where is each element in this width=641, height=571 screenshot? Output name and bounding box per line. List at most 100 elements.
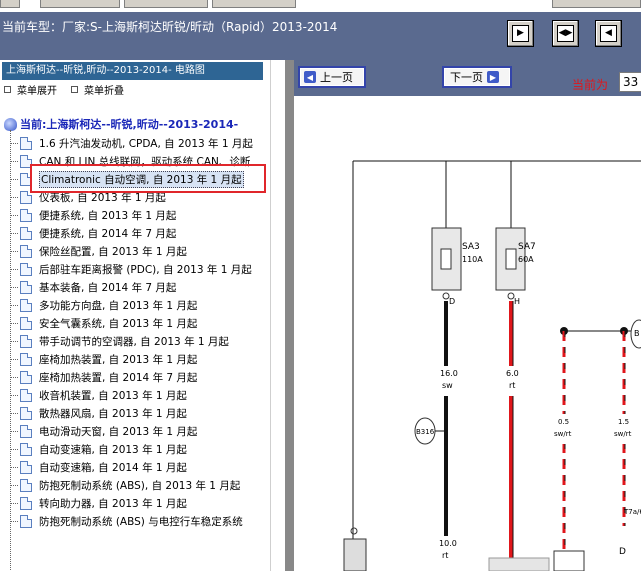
document-icon (20, 316, 32, 330)
fuse-sa3-name: SA3 (462, 242, 480, 252)
expand-menu-button[interactable]: 菜单展开 (4, 82, 57, 97)
document-icon (20, 208, 32, 222)
arrow-right-icon: ▶ (512, 25, 529, 42)
document-icon (20, 514, 32, 528)
document-icon (20, 478, 32, 492)
menu-actions: 菜单展开 菜单折叠 (4, 82, 124, 97)
prev-page-button[interactable]: ◀ 上一页 (298, 66, 366, 88)
panel-splitter[interactable] (285, 60, 294, 571)
top-tab[interactable] (0, 0, 20, 8)
double-arrow-icon: ◀▶ (557, 25, 574, 42)
tree-item[interactable]: 便捷系统, 自 2013 年 1 月起 (8, 206, 270, 224)
current-page-label: 当前为 (572, 78, 609, 92)
connector-b316-label: B316 (416, 428, 435, 436)
current-model-title: 当前车型：厂家:S-上海斯柯达昕锐/昕动（Rapid）2013-2014 (2, 20, 338, 34)
expand-icon (4, 86, 11, 93)
tree-item[interactable]: 保险丝配置, 自 2013 年 1 月起 (8, 242, 270, 260)
tree-root-label: 当前:上海斯柯达--昕锐,昕动--2013-2014- (20, 118, 239, 131)
document-icon (20, 226, 32, 240)
header-bar: 当前车型：厂家:S-上海斯柯达昕锐/昕动（Rapid）2013-2014 ▶ ◀… (0, 12, 641, 60)
first-page-button[interactable]: ▶ (507, 20, 534, 47)
double-page-button[interactable]: ◀▶ (552, 20, 579, 47)
tree-item[interactable]: 转向助力器, 自 2013 年 1 月起 (8, 494, 270, 512)
tree-item[interactable]: 座椅加热装置, 自 2013 年 1 月起 (8, 350, 270, 368)
last-page-button[interactable]: ◀ (595, 20, 622, 47)
tree-item[interactable]: 多功能方向盘, 自 2013 年 1 月起 (8, 296, 270, 314)
wire2-size: 6.0 (506, 369, 519, 378)
tree-item[interactable]: 自动变速箱, 自 2014 年 1 月起 (8, 458, 270, 476)
fuse-sa7-element (505, 248, 517, 270)
tree-item[interactable]: 带手动调节的空调器, 自 2013 年 1 月起 (8, 332, 270, 350)
wiring-diagram: SA3 110A D 16.0 sw B316 SA7 60A H 6.0 rt (343, 160, 641, 571)
top-tab[interactable] (212, 0, 296, 8)
panel-gap (271, 60, 285, 571)
wire2-color: rt (509, 381, 515, 390)
expand-menu-label: 菜单展开 (17, 86, 57, 97)
fuse-sa3-element (440, 248, 452, 270)
document-icon (20, 280, 32, 294)
collapse-menu-button[interactable]: 菜单折叠 (71, 82, 124, 97)
document-icon (20, 424, 32, 438)
tree-panel-title: 上海斯柯达--昕锐,昕动--2013-2014- 电路图 (2, 62, 263, 80)
pin-d-label: D (449, 297, 455, 306)
globe-icon (4, 117, 17, 131)
document-icon (20, 352, 32, 366)
bottom-pin-label: D (619, 547, 626, 557)
wire4-size: 1.5 (618, 418, 629, 426)
tree-item[interactable]: 基本装备, 自 2014 年 7 月起 (8, 278, 270, 296)
top-tab[interactable] (124, 0, 208, 8)
pin-h-label: H (514, 297, 520, 306)
fuse-sa7-name: SA7 (518, 242, 536, 252)
next-page-button[interactable]: 下一页 ▶ (442, 66, 512, 88)
connector-tag: T7a/6 (623, 508, 641, 516)
document-icon (20, 262, 32, 276)
document-icon (20, 136, 32, 150)
document-icon (20, 334, 32, 348)
wire1-color: sw (442, 381, 453, 390)
fuse-sa3-rating: 110A (462, 255, 483, 264)
tree-panel: 上海斯柯达--昕锐,昕动--2013-2014- 电路图 菜单展开 菜单折叠 当… (0, 60, 271, 571)
arrow-left-icon: ◀ (600, 25, 617, 42)
prev-page-label: 上一页 (320, 71, 353, 84)
document-icon (20, 298, 32, 312)
tree-root[interactable]: 当前:上海斯柯达--昕锐,昕动--2013-2014- (4, 116, 238, 132)
top-tab-strip (0, 0, 641, 12)
document-icon (20, 388, 32, 402)
document-icon (20, 370, 32, 384)
selection-highlight-box (30, 164, 266, 193)
next-page-label: 下一页 (450, 71, 483, 84)
wire4-color: sw/rt (614, 430, 632, 438)
tree-item[interactable]: 散热器风扇, 自 2013 年 1 月起 (8, 404, 270, 422)
top-tab[interactable] (40, 0, 120, 8)
tree-item[interactable]: 防抱死制动系统 (ABS) 与电控行车稳定系统 (8, 512, 270, 530)
wire3-size: 0.5 (558, 418, 569, 426)
tree-item[interactable]: 座椅加热装置, 自 2014 年 7 月起 (8, 368, 270, 386)
connector-b-right-label: B (634, 329, 640, 338)
collapse-menu-label: 菜单折叠 (84, 86, 124, 97)
fuse-sa7-rating: 60A (518, 255, 534, 264)
tree-item[interactable]: 自动变速箱, 自 2013 年 1 月起 (8, 440, 270, 458)
tree-item[interactable]: 后部驻车距离报警 (PDC), 自 2013 年 1 月起 (8, 260, 270, 278)
tree-item[interactable]: 电动滑动天窗, 自 2013 年 1 月起 (8, 422, 270, 440)
arrow-right-icon: ▶ (487, 71, 499, 83)
bottom-wire-color: rt (442, 551, 448, 560)
ground-block (343, 538, 367, 571)
tree-item[interactable]: 防抱死制动系统 (ABS), 自 2013 年 1 月起 (8, 476, 270, 494)
document-icon (20, 442, 32, 456)
wire1-size: 16.0 (440, 369, 458, 378)
diagram-panel: ◀ 上一页 下一页 ▶ 当前为 SA3 110A D 16.0 sw B316 (294, 60, 641, 571)
collapse-icon (71, 86, 78, 93)
tree-item[interactable]: 安全气囊系统, 自 2013 年 1 月起 (8, 314, 270, 332)
tree-item[interactable]: 便捷系统, 自 2014 年 7 月起 (8, 224, 270, 242)
document-icon (20, 496, 32, 510)
wire3-color: sw/rt (554, 430, 572, 438)
tree-item[interactable]: 收音机装置, 自 2013 年 1 月起 (8, 386, 270, 404)
document-icon (20, 244, 32, 258)
document-icon (20, 460, 32, 474)
top-tab[interactable] (552, 0, 641, 8)
current-page-input[interactable] (619, 72, 641, 92)
arrow-left-icon: ◀ (304, 71, 316, 83)
document-icon (20, 406, 32, 420)
tree-item[interactable]: 1.6 升汽油发动机, CPDA, 自 2013 年 1 月起 (8, 134, 270, 152)
tree-list: 1.6 升汽油发动机, CPDA, 自 2013 年 1 月起 CAN 和 LI… (8, 134, 270, 530)
